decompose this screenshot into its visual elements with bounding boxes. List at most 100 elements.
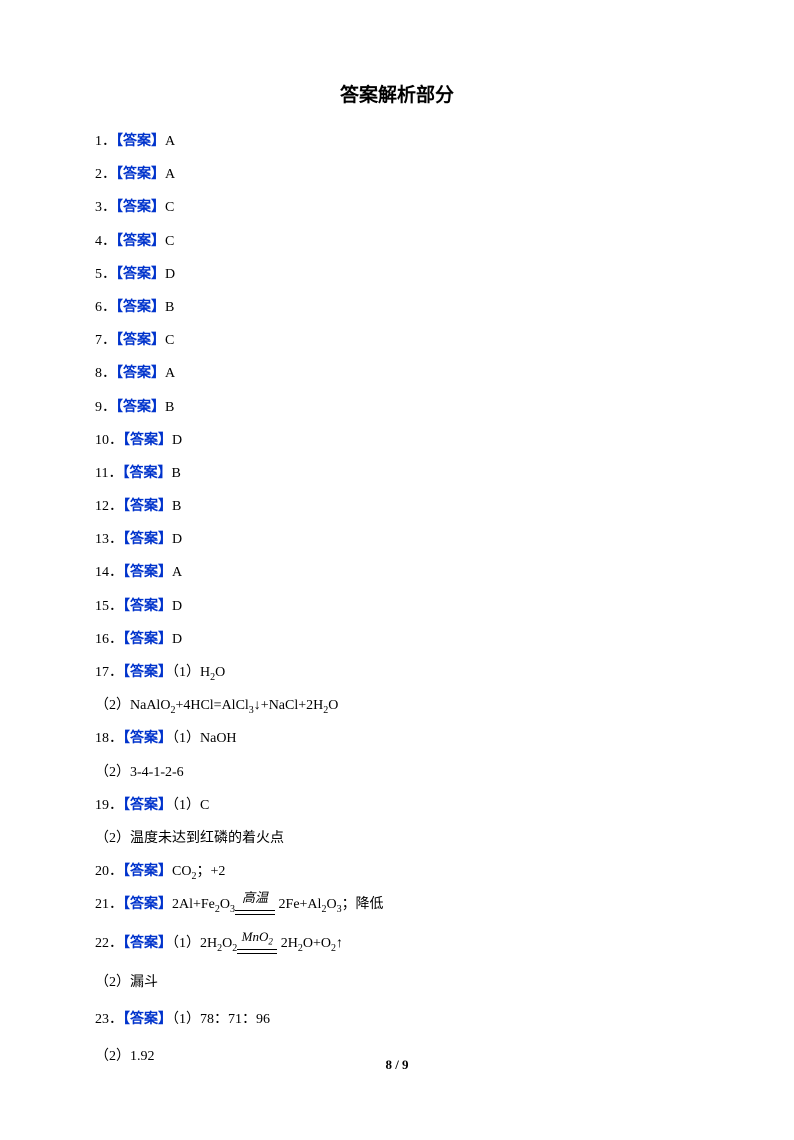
answer-row: 7．【答案】C	[95, 330, 699, 351]
question-number: 17．	[95, 665, 123, 680]
question-number: 18．	[95, 731, 123, 746]
question-number: 23．	[95, 1012, 123, 1027]
answer-value: D	[172, 599, 182, 614]
question-number: 4．	[95, 234, 116, 249]
answer-value: A	[165, 167, 175, 182]
answer-tag: 【答案】	[123, 798, 172, 813]
answer-tag: 【答案】	[116, 167, 165, 182]
answer-tag: 【答案】	[116, 267, 165, 282]
answer-value: A	[165, 366, 175, 381]
question-number: 16．	[95, 632, 123, 647]
answer-tag: 【答案】	[116, 200, 165, 215]
answer-tag: 【答案】	[123, 599, 172, 614]
answer-tag: 【答案】	[123, 936, 172, 951]
question-number: 11．	[95, 466, 122, 481]
answer-row: 20．【答案】CO2；+2	[95, 861, 699, 882]
page-title: 答案解析部分	[95, 80, 699, 107]
answer-value: C	[165, 333, 174, 348]
answer-tag: 【答案】	[116, 234, 165, 249]
answer-value: D	[165, 267, 175, 282]
reaction-condition: MnO2	[237, 927, 277, 947]
answer-tag: 【答案】	[123, 897, 172, 912]
answer-value: （1）78：71：96	[172, 1012, 270, 1027]
answer-row: 15．【答案】D	[95, 596, 699, 617]
answer-row: 21．【答案】2Al+Fe2O3高温 2Fe+Al2O3；降低	[95, 894, 699, 915]
question-number: 6．	[95, 300, 116, 315]
answer-row: 18．【答案】（1）NaOH	[95, 728, 699, 749]
answer-value: （1）C	[172, 798, 209, 813]
question-number: 10．	[95, 433, 123, 448]
answer-tag: 【答案】	[123, 731, 172, 746]
answer-value: A	[165, 134, 175, 149]
answer-value: （1）NaOH	[172, 731, 237, 746]
answer-row: 2．【答案】A	[95, 164, 699, 185]
answer-tag: 【答案】	[116, 333, 165, 348]
answer-value: B	[165, 400, 174, 415]
question-number: 2．	[95, 167, 116, 182]
answer-value: B	[165, 300, 174, 315]
answer-tag: 【答案】	[122, 466, 171, 481]
answer-tag: 【答案】	[116, 300, 165, 315]
question-number: 13．	[95, 532, 123, 547]
answer-subpart: （2）温度未达到红磷的着火点	[95, 828, 699, 849]
answer-tag: 【答案】	[123, 433, 172, 448]
answer-value: C	[165, 200, 174, 215]
question-number: 7．	[95, 333, 116, 348]
answer-tag: 【答案】	[123, 532, 172, 547]
answer-row: 11．【答案】B	[95, 463, 699, 484]
question-number: 14．	[95, 565, 123, 580]
answer-row: 12．【答案】B	[95, 496, 699, 517]
question-number: 22．	[95, 936, 123, 951]
answer-tag: 【答案】	[123, 864, 172, 879]
answer-value: （1）H2O	[172, 665, 225, 680]
answer-value: D	[172, 532, 182, 547]
question-number: 8．	[95, 366, 116, 381]
answer-tag: 【答案】	[123, 499, 172, 514]
answer-subpart: （2）NaAlO2+4HCl=AlCl3↓+NaCl+2H2O	[95, 695, 699, 716]
answer-subpart: （2）漏斗	[95, 972, 699, 993]
answer-tag: 【答案】	[123, 665, 172, 680]
answer-subpart: （2）3-4-1-2-6	[95, 762, 699, 783]
answer-tag: 【答案】	[116, 400, 165, 415]
question-number: 9．	[95, 400, 116, 415]
answer-row: 13．【答案】D	[95, 529, 699, 550]
question-number: 12．	[95, 499, 123, 514]
answer-row: 5．【答案】D	[95, 264, 699, 285]
answer-value: B	[171, 466, 180, 481]
page-footer: 8 / 9	[0, 1057, 794, 1073]
answer-value: D	[172, 433, 182, 448]
question-number: 15．	[95, 599, 123, 614]
answer-value: B	[172, 499, 181, 514]
answer-value: A	[172, 565, 182, 580]
question-number: 19．	[95, 798, 123, 813]
question-number: 20．	[95, 864, 123, 879]
answer-row: 6．【答案】B	[95, 297, 699, 318]
answer-row: 23．【答案】（1）78：71：96	[95, 1009, 699, 1030]
answer-tag: 【答案】	[123, 1012, 172, 1027]
answer-tag: 【答案】	[123, 632, 172, 647]
question-number: 5．	[95, 267, 116, 282]
answer-row: 10．【答案】D	[95, 430, 699, 451]
question-number: 3．	[95, 200, 116, 215]
answer-value: CO2；+2	[172, 864, 225, 879]
answer-row: 17．【答案】（1）H2O	[95, 662, 699, 683]
answer-row: 19．【答案】（1）C	[95, 795, 699, 816]
answer-row: 1．【答案】A	[95, 131, 699, 152]
answer-tag: 【答案】	[123, 565, 172, 580]
answer-tag: 【答案】	[116, 134, 165, 149]
answer-value: （1）2H2O2MnO2 2H2O+O2↑	[172, 936, 343, 951]
question-number: 1．	[95, 134, 116, 149]
answer-tag: 【答案】	[116, 366, 165, 381]
answer-row: 8．【答案】A	[95, 363, 699, 384]
answer-row: 14．【答案】A	[95, 562, 699, 583]
answer-row: 3．【答案】C	[95, 197, 699, 218]
answer-value: 2Al+Fe2O3高温 2Fe+Al2O3；降低	[172, 897, 384, 912]
answer-row: 22．【答案】（1）2H2O2MnO2 2H2O+O2↑	[95, 933, 699, 954]
reaction-condition: 高温	[235, 888, 275, 908]
answer-row: 16．【答案】D	[95, 629, 699, 650]
question-number: 21．	[95, 897, 123, 912]
answer-value: C	[165, 234, 174, 249]
answer-row: 9．【答案】B	[95, 397, 699, 418]
answer-value: D	[172, 632, 182, 647]
answer-row: 4．【答案】C	[95, 231, 699, 252]
